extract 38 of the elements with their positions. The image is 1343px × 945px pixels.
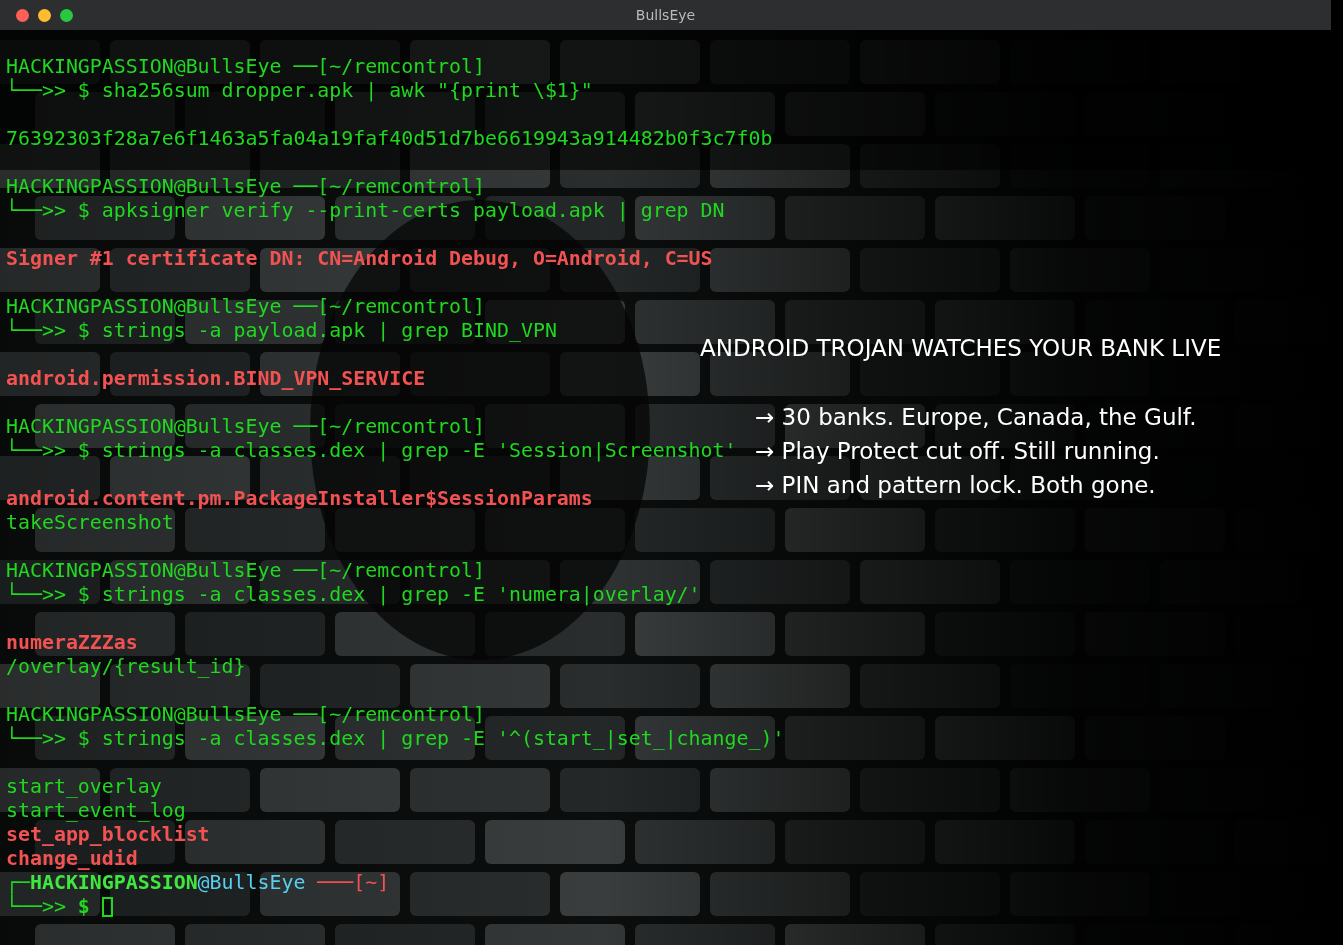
prompt-text: $	[76, 895, 90, 919]
output-line: android.content.pm.PackageInstaller$SessionParams	[6, 487, 593, 511]
prompt-text: └──>>	[6, 895, 66, 919]
bullet-text: → Play Protect cut off. Still running.	[755, 437, 1160, 466]
output-line: numeraZZZas	[6, 631, 138, 655]
command-line: └──>> $ apksigner verify --print-certs payload.apk | grep DN	[6, 199, 725, 223]
command-line: └──>> $ strings -a classes.dex | grep -E 'Session|Screenshot'	[6, 439, 737, 463]
command-line: └──>> $ strings -a classes.dex | grep -E 'numera|overlay/'	[6, 583, 701, 607]
command-line: └──>> $ sha256sum dropper.apk | awk "{print \$1}"	[6, 79, 593, 103]
output-line: takeScreenshot	[6, 511, 174, 535]
minimize-button[interactable]	[38, 8, 51, 22]
window-title: BullsEye	[635, 7, 696, 23]
output-line: /overlay/{result_id}	[6, 655, 246, 679]
prompt-line: HACKINGPASSION@BullsEye ──[~/remcontrol]	[6, 55, 485, 79]
headline: ANDROID TROJAN WATCHES YOUR BANK LIVE	[700, 334, 1222, 363]
bullet-text: → 30 banks. Europe, Canada, the Gulf.	[755, 403, 1197, 432]
close-button[interactable]	[16, 8, 29, 22]
output-line: 76392303f28a7e6f1463a5fa04a19faf40d51d7be6619943a914482b0f3c7f0b	[6, 127, 773, 151]
prompt-text: ───[~]	[316, 871, 390, 895]
command-line: └──>> $ strings -a payload.apk | grep BIND_VPN	[6, 319, 557, 343]
command-line: └──>> $ strings -a classes.dex | grep -E '^(start_|set_|change_)'	[6, 727, 785, 751]
output-line: start_overlay	[6, 775, 162, 799]
output-line: start_event_log	[6, 799, 186, 823]
prompt-line: HACKINGPASSION@BullsEye ──[~/remcontrol]	[6, 703, 485, 727]
prompt-line: HACKINGPASSION@BullsEye ──[~/remcontrol]	[6, 175, 485, 199]
output-line: change_udid	[6, 847, 138, 871]
prompt-text: ┌─	[6, 871, 30, 894]
prompt-line: HACKINGPASSION@BullsEye ──[~/remcontrol]	[6, 559, 485, 583]
output-line: Signer #1 certificate DN: CN=Android Debug, O=Android, C=US	[6, 247, 713, 271]
output-line: set_app_blocklist	[6, 823, 210, 847]
maximize-button[interactable]	[60, 8, 73, 22]
bullet-text: → PIN and pattern lock. Both gone.	[755, 471, 1156, 500]
prompt-text: @BullsEye	[197, 871, 306, 895]
prompt-line: HACKINGPASSION@BullsEye ──[~/remcontrol]	[6, 295, 485, 319]
output-line: android.permission.BIND_VPN_SERVICE	[6, 367, 426, 391]
cursor	[101, 897, 113, 917]
prompt-text: HACKINGPASSION	[29, 871, 198, 894]
prompt-line: HACKINGPASSION@BullsEye ──[~/remcontrol]	[6, 415, 485, 439]
